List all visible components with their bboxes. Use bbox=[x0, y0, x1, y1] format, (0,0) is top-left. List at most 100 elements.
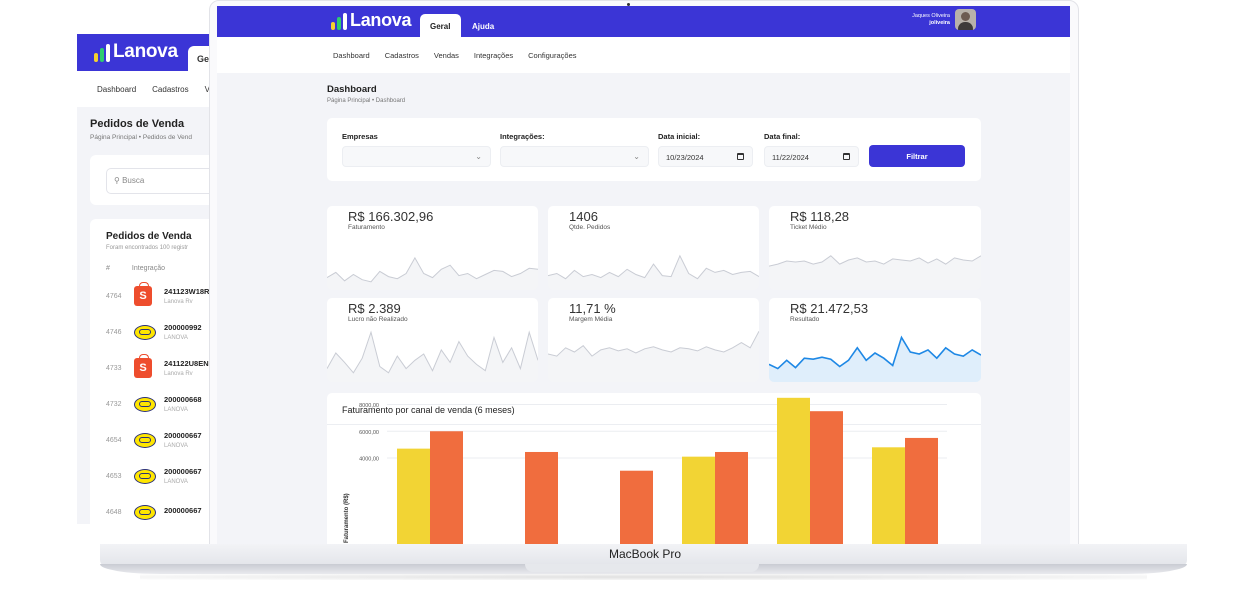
subnav: Dashboard Cadastros Vendas Integrações C… bbox=[217, 37, 1070, 73]
topbar: Lanova Geral Ajuda Jaques Oliveira joliv… bbox=[217, 6, 1070, 37]
sparkline-area bbox=[548, 255, 759, 290]
sparkline-area bbox=[769, 337, 981, 382]
bar bbox=[777, 397, 810, 544]
kpi-faturamento: R$ 166.302,96 Faturamento bbox=[327, 206, 538, 290]
bar bbox=[682, 456, 715, 544]
mercadolivre-icon bbox=[134, 324, 164, 340]
kpi-value: R$ 2.389 bbox=[348, 301, 401, 316]
bg-topbar: Lanova Ge bbox=[77, 34, 217, 71]
y-tick-label: 8000,00 bbox=[359, 403, 379, 409]
bg-orders-panel: Pedidos de Venda Foram encontrados 100 r… bbox=[90, 219, 217, 524]
list-item[interactable]: 4648 200000667 bbox=[106, 494, 217, 524]
kpi-value: 1406 bbox=[569, 209, 598, 224]
page-title: Dashboard bbox=[327, 84, 377, 95]
order-code: 200000667 bbox=[164, 506, 202, 515]
shopee-icon: S bbox=[134, 282, 164, 306]
nav-cadastros[interactable]: Cadastros bbox=[385, 51, 419, 60]
mercadolivre-icon bbox=[134, 432, 164, 448]
sparkline bbox=[327, 256, 538, 290]
filter-card: Empresas ⌄ Integrações: ⌄ Data inicial: … bbox=[327, 118, 981, 181]
integracoes-select[interactable]: ⌄ bbox=[500, 146, 649, 167]
bg-logo-text: Lanova bbox=[113, 41, 178, 62]
bg-logo: Lanova bbox=[94, 42, 178, 62]
sparkline bbox=[327, 330, 538, 382]
order-code: 200000668 bbox=[164, 395, 202, 404]
bg-nav-dashboard[interactable]: Dashboard bbox=[97, 85, 136, 94]
order-store: LANOVA bbox=[164, 443, 188, 449]
kpi-lucro-nao-realizado: R$ 2.389 Lucro não Realizado bbox=[327, 298, 538, 382]
bg-col-hash: # bbox=[106, 265, 110, 272]
kpi-qtde-pedidos: 1406 Qtde. Pedidos bbox=[548, 206, 759, 290]
list-item[interactable]: 4653 200000667 LANOVA bbox=[106, 458, 217, 494]
bg-breadcrumb: Página Principal • Pedidos de Vend bbox=[90, 134, 193, 141]
kpi-margem-media: 11,71 % Margem Média bbox=[548, 298, 759, 382]
kpi-value: R$ 21.472,53 bbox=[790, 301, 869, 316]
mercadolivre-icon bbox=[134, 468, 164, 484]
order-code: 200000667 bbox=[164, 467, 202, 476]
list-item[interactable]: 4764 S 241123W18R Lanova Rv bbox=[106, 278, 217, 314]
order-info: 200000667 bbox=[164, 506, 202, 518]
bg-nav-cadastros[interactable]: Cadastros bbox=[152, 85, 188, 94]
sparkline-area bbox=[548, 331, 759, 382]
y-tick-label: 6000,00 bbox=[359, 430, 379, 436]
list-item[interactable]: 4732 200000668 LANOVA bbox=[106, 386, 217, 422]
nav-integracoes[interactable]: Integrações bbox=[474, 51, 513, 60]
data-final-value: 11/22/2024 bbox=[772, 153, 809, 162]
logo: Lanova bbox=[331, 10, 412, 30]
bar bbox=[525, 451, 558, 544]
bar bbox=[872, 447, 905, 544]
list-item[interactable]: 4746 200000992 LANOVA bbox=[106, 314, 217, 350]
sparkline bbox=[548, 254, 759, 290]
calendar-icon[interactable] bbox=[737, 153, 744, 160]
bg-panel-title: Pedidos de Venda bbox=[106, 231, 192, 242]
logo-bars-icon bbox=[94, 44, 110, 62]
bg-search-input[interactable]: ⚲ Busca bbox=[106, 168, 217, 194]
order-number: 4746 bbox=[106, 328, 122, 336]
order-info: 200000668 LANOVA bbox=[164, 395, 202, 413]
order-store: LANOVA bbox=[164, 479, 188, 485]
data-inicial-input[interactable]: 10/23/2024 bbox=[658, 146, 753, 167]
data-final-input[interactable]: 11/22/2024 bbox=[764, 146, 859, 167]
bg-orders-list: 4764 S 241123W18R Lanova Rv 4746 200000992 LAN… bbox=[106, 278, 217, 524]
user-names: Jaques Oliveira joliveira bbox=[912, 13, 950, 27]
order-number: 4654 bbox=[106, 436, 122, 444]
y-axis-label: Faturamento (R$) bbox=[344, 493, 350, 543]
mercadolivre-icon bbox=[134, 504, 164, 520]
order-code: 241122U8EN bbox=[164, 359, 209, 368]
nav-vendas[interactable]: Vendas bbox=[434, 51, 459, 60]
data-inicial-label: Data inicial: bbox=[658, 132, 701, 141]
empresas-select[interactable]: ⌄ bbox=[342, 146, 491, 167]
kpi-value: R$ 118,28 bbox=[790, 209, 850, 224]
nav-configuracoes[interactable]: Configurações bbox=[528, 51, 576, 60]
sparkline bbox=[769, 255, 981, 290]
bg-page-title: Pedidos de Venda bbox=[90, 118, 185, 130]
list-item[interactable]: 4654 200000667 LANOVA bbox=[106, 422, 217, 458]
kpi-value: 11,71 % bbox=[569, 301, 616, 316]
filtrar-button[interactable]: Filtrar bbox=[869, 145, 965, 167]
bg-panel-subtitle: Foram encontrados 100 registr bbox=[106, 245, 189, 251]
bg-col-integracao: Integração bbox=[131, 265, 165, 272]
breadcrumb: Página Principal • Dashboard bbox=[327, 98, 406, 104]
nav-dashboard[interactable]: Dashboard bbox=[333, 51, 370, 60]
order-store: LANOVA bbox=[164, 335, 188, 341]
avatar[interactable] bbox=[955, 9, 976, 30]
order-store: Lanova Rv bbox=[164, 299, 193, 305]
user-menu[interactable]: Jaques Oliveira joliveira bbox=[912, 9, 976, 30]
kpi-value: R$ 166.302,96 bbox=[348, 209, 434, 224]
calendar-icon[interactable] bbox=[843, 153, 850, 160]
data-inicial-value: 10/23/2024 bbox=[666, 153, 704, 162]
bar bbox=[620, 470, 653, 544]
tab-ajuda[interactable]: Ajuda bbox=[462, 14, 502, 37]
list-item[interactable]: 4733 S 241122U8EN Lanova Rv bbox=[106, 350, 217, 386]
laptop-shadow bbox=[140, 574, 1147, 580]
shopee-icon: S bbox=[134, 354, 164, 378]
order-store: LANOVA bbox=[164, 407, 188, 413]
order-store: Lanova Rv bbox=[164, 371, 193, 377]
chevron-down-icon: ⌄ bbox=[633, 152, 640, 161]
logo-text: Lanova bbox=[350, 10, 412, 30]
bar-chart: 10000,008000,006000,004000,00Faturamento… bbox=[344, 397, 947, 544]
tab-geral[interactable]: Geral bbox=[420, 14, 461, 37]
integracoes-label: Integrações: bbox=[500, 132, 545, 141]
bar bbox=[397, 448, 430, 544]
order-number: 4733 bbox=[106, 364, 122, 372]
